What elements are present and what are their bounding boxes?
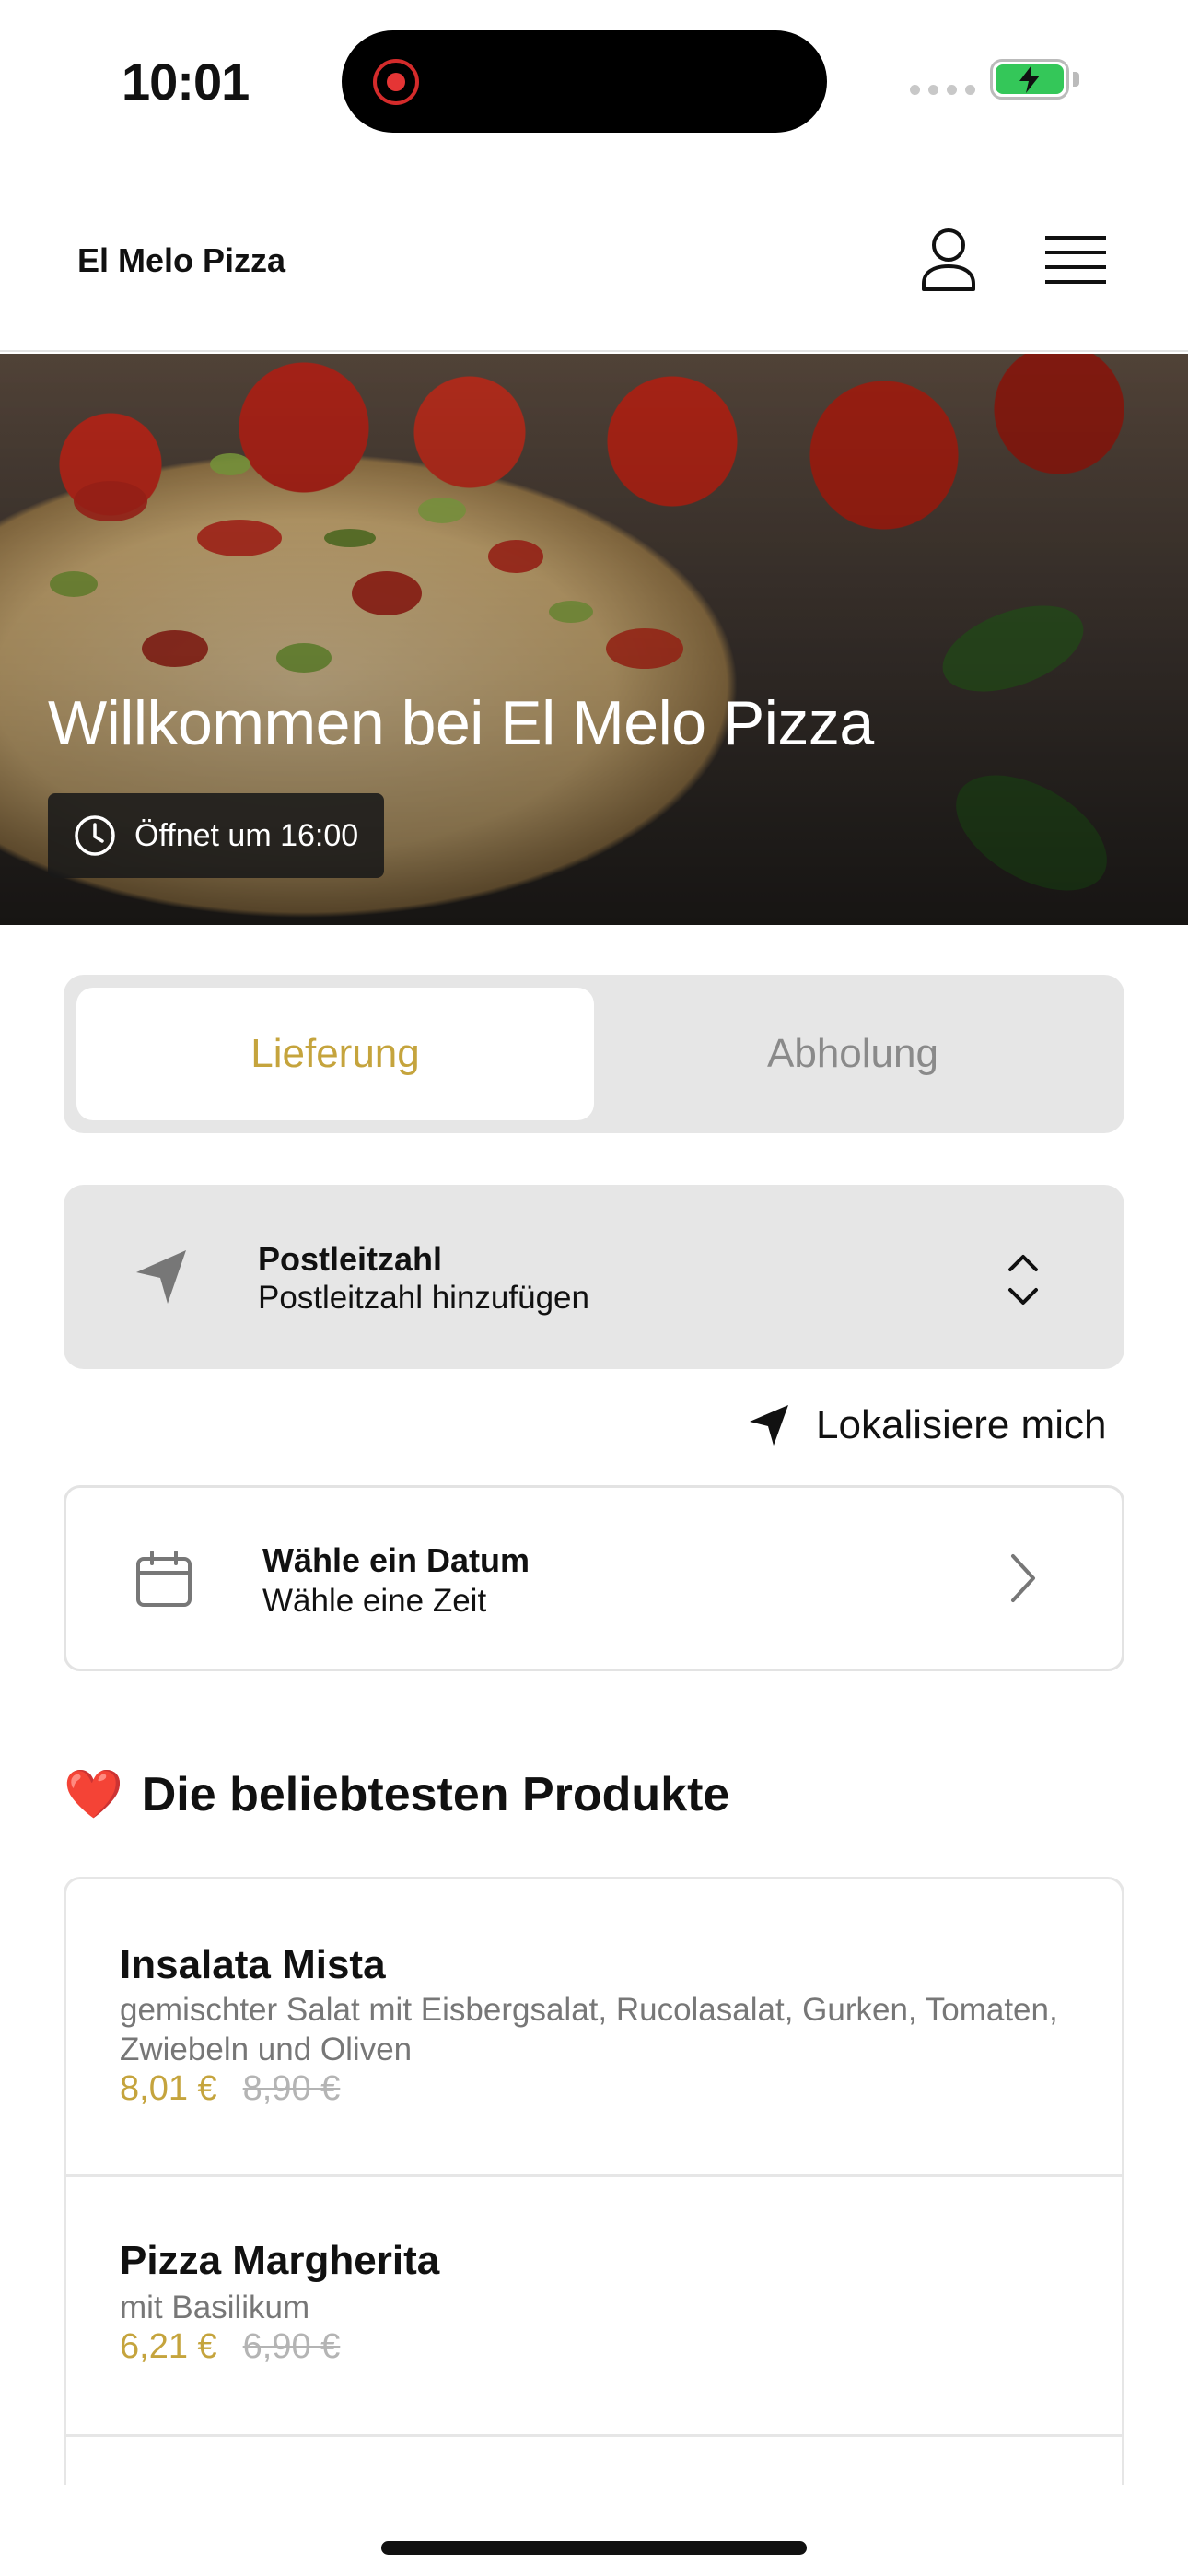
product-name: Insalata Mista (120, 1942, 386, 1987)
product-item[interactable]: Pizza Margherita mit Basilikum 6,21 € 6,… (66, 2177, 1122, 2437)
location-arrow-icon (750, 1405, 788, 1446)
schedule-time-label: Wähle eine Zeit (262, 1583, 487, 1619)
recording-indicator-icon (373, 59, 419, 105)
schedule-selector[interactable]: Wähle ein Datum Wähle eine Zeit (64, 1485, 1124, 1671)
account-button[interactable] (912, 223, 985, 297)
popular-section-title: ❤️ Die beliebtesten Produkte (64, 1766, 729, 1822)
opening-hours-text: Öffnet um 16:00 (134, 817, 359, 853)
user-icon (922, 228, 975, 291)
dynamic-island (342, 30, 827, 133)
product-price-row: 6,21 € 6,90 € (120, 2327, 340, 2367)
product-list: Insalata Mista gemischter Salat mit Eisb… (64, 1877, 1124, 2485)
hero-banner: Willkommen bei El Melo Pizza Öffnet um 1… (0, 354, 1188, 925)
menu-button[interactable] (1039, 223, 1112, 297)
product-price: 6,21 € (120, 2327, 217, 2366)
calendar-icon (136, 1551, 192, 1607)
chevron-up-down-icon (1008, 1255, 1038, 1305)
schedule-date-label: Wähle ein Datum (262, 1541, 530, 1579)
heart-icon: ❤️ (64, 1768, 123, 1821)
locate-me-button[interactable]: Lokalisiere mich (748, 1402, 1106, 1448)
battery-icon (990, 59, 1069, 100)
postcode-selector[interactable]: Postleitzahl Postleitzahl hinzufügen (64, 1185, 1124, 1369)
product-item-partial[interactable] (66, 2437, 1122, 2485)
opening-hours-badge: Öffnet um 16:00 (48, 793, 385, 878)
product-old-price: 8,90 € (242, 2069, 341, 2108)
battery-cap (1073, 72, 1079, 87)
clock-icon (75, 815, 115, 856)
chevron-right-icon (1011, 1554, 1035, 1602)
tab-pickup[interactable]: Abholung (594, 988, 1112, 1120)
status-bar: 10:01 (0, 0, 1188, 157)
popular-title-text: Die beliebtesten Produkte (141, 1767, 730, 1821)
product-price-row: 8,01 € 8,90 € (120, 2069, 340, 2109)
tab-delivery[interactable]: Lieferung (76, 988, 594, 1120)
product-description: gemischter Salat mit Eisbergsalat, Rucol… (120, 1992, 1058, 2067)
product-old-price: 6,90 € (242, 2327, 341, 2366)
hero-title: Willkommen bei El Melo Pizza (48, 688, 874, 758)
signal-icon (910, 85, 975, 95)
app-header: El Melo Pizza (0, 157, 1188, 352)
delivery-mode-toggle: Lieferung Abholung (64, 975, 1124, 1133)
hamburger-menu-icon (1045, 236, 1106, 284)
location-arrow-icon (136, 1250, 186, 1304)
locate-me-label: Lokalisiere mich (816, 1402, 1107, 1447)
product-price: 8,01 € (120, 2069, 217, 2108)
home-indicator (381, 2541, 807, 2555)
postcode-title: Postleitzahl (258, 1240, 443, 1278)
brand-name[interactable]: El Melo Pizza (77, 241, 285, 280)
postcode-placeholder: Postleitzahl hinzufügen (258, 1280, 589, 1316)
product-name: Pizza Margherita (120, 2238, 440, 2283)
status-time: 10:01 (122, 53, 250, 111)
product-item[interactable]: Insalata Mista gemischter Salat mit Eisb… (66, 1879, 1122, 2177)
product-description: mit Basilikum (120, 2289, 310, 2325)
